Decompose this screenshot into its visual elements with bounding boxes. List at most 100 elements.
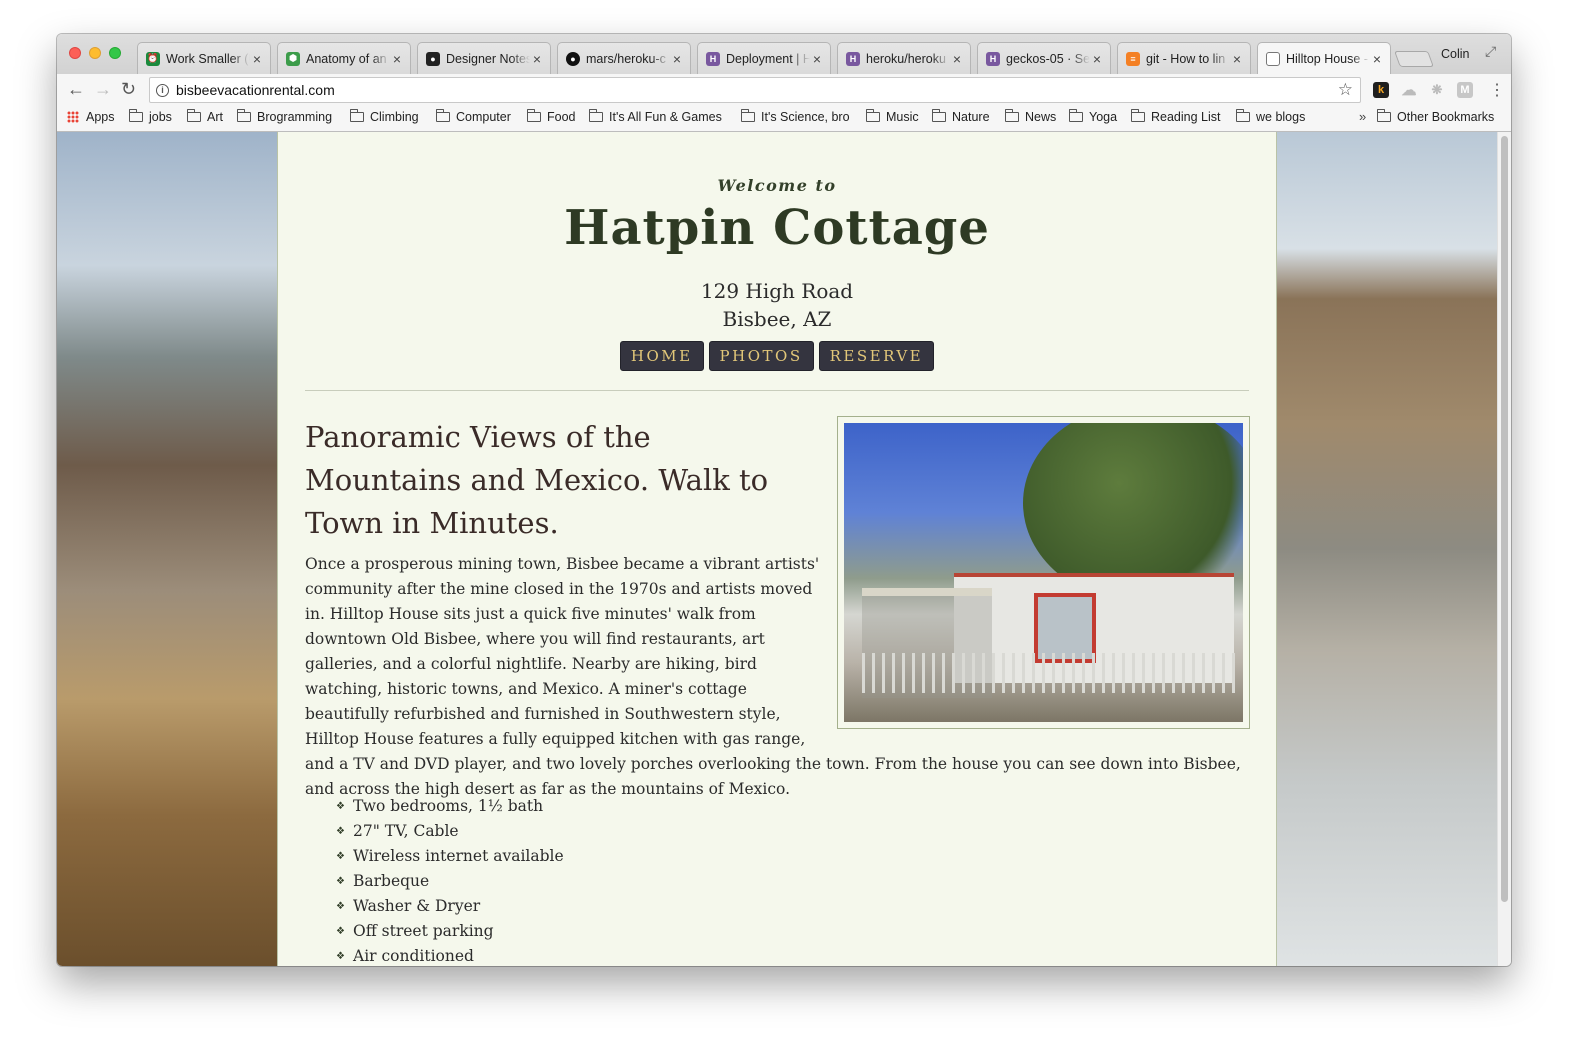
window-maximize-button[interactable]	[109, 47, 121, 59]
background-photo-right	[1277, 132, 1497, 966]
welcome-text: Welcome to	[717, 176, 837, 195]
bookmark-folder[interactable]: Music	[866, 109, 919, 124]
diamond-bullet-icon: ❖	[336, 851, 345, 862]
tab-label: heroku/heroku	[866, 51, 946, 66]
tab[interactable]: ≡ git - How to lin ×	[1117, 42, 1251, 74]
bookmark-folder[interactable]: Nature	[932, 109, 990, 124]
bookmark-folder[interactable]: Reading List	[1131, 109, 1221, 124]
bookmark-folder[interactable]: Climbing	[350, 109, 419, 124]
bookmark-folder[interactable]: News	[1005, 109, 1057, 124]
close-icon[interactable]: ×	[1230, 51, 1244, 67]
close-icon[interactable]: ×	[670, 51, 684, 67]
scrollbar-thumb[interactable]	[1501, 136, 1508, 902]
profile-name[interactable]: Colin	[1441, 47, 1470, 61]
folder-icon	[1131, 109, 1145, 122]
features-list: ❖ Two bedrooms, 1½ bath ❖ 27" TV, Cable ❖ W…	[336, 794, 564, 966]
bookmark-folder[interactable]: Yoga	[1069, 109, 1118, 124]
bookmark-folder[interactable]: jobs	[129, 109, 172, 124]
tab[interactable]: H heroku/heroku ×	[837, 42, 971, 74]
toolbar: ← → ↻ i bisbeevacationrental.com ☆ k ☁ ❋…	[57, 74, 1511, 106]
reload-icon[interactable]: ↻	[121, 79, 136, 100]
folder-icon	[866, 109, 880, 122]
tab-label: geckos-05 · Se	[1006, 51, 1090, 66]
forward-icon[interactable]: →	[94, 79, 112, 100]
folder-icon	[350, 109, 364, 122]
tab-label: Designer Notes	[446, 51, 530, 66]
bookmark-label: It's Science, bro	[761, 110, 850, 124]
bookmark-label: Reading List	[1151, 110, 1221, 124]
close-icon[interactable]: ×	[1370, 51, 1384, 67]
divider	[305, 390, 1249, 391]
address-line-1: 129 High Road	[700, 279, 854, 303]
tab[interactable]: ⏰ Work Smaller (Ux ×	[137, 42, 271, 74]
fullscreen-icon[interactable]: ⤢	[1485, 43, 1496, 60]
tab-active[interactable]: Hilltop House - ×	[1257, 42, 1391, 74]
address-bar[interactable]: i bisbeevacationrental.com ☆	[149, 77, 1361, 103]
bookmark-folder[interactable]: we blogs	[1236, 109, 1305, 124]
bookmark-label: Food	[547, 110, 576, 124]
window-minimize-button[interactable]	[89, 47, 101, 59]
close-icon[interactable]: ×	[810, 51, 824, 67]
back-icon[interactable]: ←	[67, 79, 85, 100]
new-tab-button[interactable]	[1394, 51, 1434, 67]
star-icon[interactable]: ☆	[1338, 80, 1353, 100]
folder-icon	[589, 109, 603, 122]
list-item: ❖ Washer & Dryer	[336, 894, 564, 919]
bookmark-label: It's All Fun & Games	[609, 110, 722, 124]
close-icon[interactable]: ×	[530, 51, 544, 67]
other-bookmarks[interactable]: Other Bookmarks	[1377, 109, 1495, 124]
tab[interactable]: ● Designer Notes ×	[417, 42, 551, 74]
bookmarks-overflow-icon[interactable]: »	[1359, 109, 1366, 124]
tab-label: Hilltop House -	[1286, 51, 1368, 66]
bookmark-label: Yoga	[1089, 110, 1118, 124]
bookmark-apps[interactable]: Apps	[67, 110, 115, 124]
bookmark-folder[interactable]: Food	[527, 109, 576, 124]
address-line-2: Bisbee, AZ	[722, 307, 832, 331]
tab-label: Deployment | H	[726, 51, 810, 66]
bookmark-label: Climbing	[370, 110, 419, 124]
bookmark-folder[interactable]: Brogramming	[237, 109, 332, 124]
close-icon[interactable]: ×	[1090, 51, 1104, 67]
tab[interactable]: H Deployment | H ×	[697, 42, 831, 74]
bookmark-folder[interactable]: It's Science, bro	[741, 109, 850, 124]
folder-icon	[932, 109, 946, 122]
diamond-bullet-icon: ❖	[336, 926, 345, 937]
bookmark-folder[interactable]: Computer	[436, 109, 511, 124]
window-close-button[interactable]	[69, 47, 81, 59]
gear-extension-icon[interactable]: ❋	[1429, 82, 1445, 98]
folder-icon	[741, 109, 755, 122]
k-extension-icon[interactable]: k	[1373, 82, 1389, 98]
list-item: ❖ Air conditioned	[336, 944, 564, 966]
bookmark-folder[interactable]: Art	[187, 109, 223, 124]
bookmark-label: News	[1025, 110, 1057, 124]
close-icon[interactable]: ×	[390, 51, 404, 67]
diamond-bullet-icon: ❖	[336, 801, 345, 812]
menu-icon[interactable]: ⋮	[1489, 80, 1505, 100]
heroku-icon: H	[706, 51, 720, 66]
site-nav: HOME PHOTOS RESERVE	[278, 341, 1276, 371]
nav-home-button[interactable]: HOME	[619, 341, 704, 371]
bookmark-label: Music	[886, 110, 919, 124]
tab[interactable]: ● mars/heroku-c ×	[557, 42, 691, 74]
cloud-extension-icon[interactable]: ☁	[1401, 82, 1417, 99]
site-title: Hatpin Cottage	[564, 200, 990, 256]
scrollbar[interactable]	[1497, 132, 1511, 966]
close-icon[interactable]: ×	[250, 51, 264, 67]
headline: Panoramic Views of the Mountains and Mex…	[305, 420, 769, 540]
bookmark-label: Other Bookmarks	[1397, 110, 1495, 124]
apps-grid-icon	[67, 111, 79, 123]
folder-icon	[1069, 109, 1083, 122]
info-icon[interactable]: i	[156, 83, 169, 97]
content-column: Welcome to Hatpin Cottage 129 High Road …	[277, 132, 1277, 966]
nav-reserve-button[interactable]: RESERVE	[818, 341, 935, 371]
url-text[interactable]: bisbeevacationrental.com	[176, 82, 335, 98]
page-viewport: Welcome to Hatpin Cottage 129 High Road …	[57, 132, 1511, 966]
tab-label: git - How to lin	[1146, 51, 1226, 66]
tab[interactable]: ⬢ Anatomy of an ×	[277, 42, 411, 74]
bookmark-folder[interactable]: It's All Fun & Games	[589, 109, 722, 124]
tab[interactable]: H geckos-05 · Se ×	[977, 42, 1111, 74]
close-icon[interactable]: ×	[950, 51, 964, 67]
page-icon	[1266, 51, 1280, 66]
nav-photos-button[interactable]: PHOTOS	[708, 341, 814, 371]
m-extension-icon[interactable]: M	[1457, 82, 1473, 98]
